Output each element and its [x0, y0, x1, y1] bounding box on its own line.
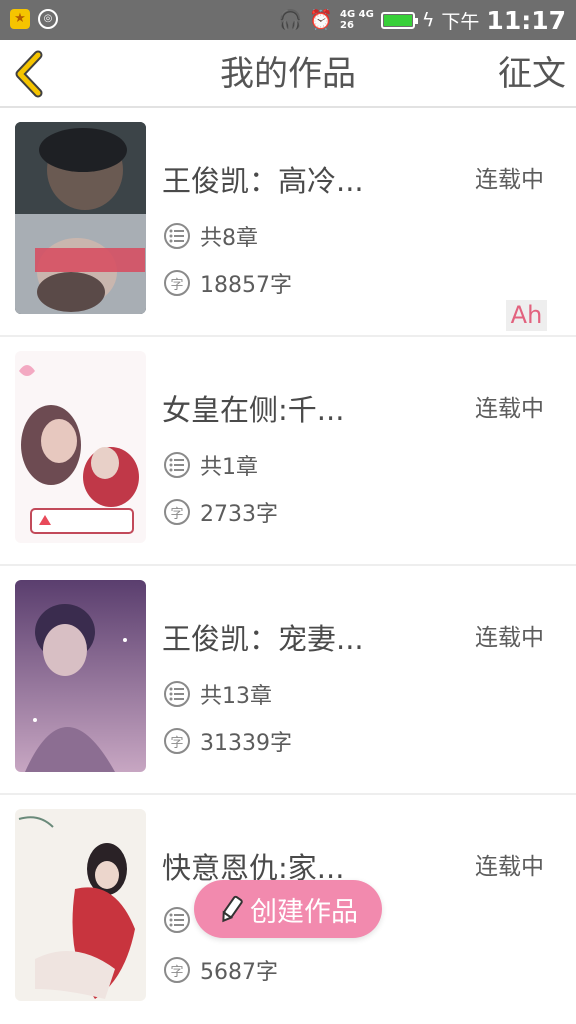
list-icon [164, 907, 190, 933]
signal-strength: 26 [340, 20, 354, 31]
chevron-left-icon [15, 50, 43, 98]
create-work-label: 创建作品 [250, 896, 358, 928]
clock: 11:17 [486, 5, 566, 35]
word-count-row: 字 18857字 [164, 267, 292, 299]
work-title: 王俊凯：宠妻... [162, 622, 364, 656]
work-status: 连载中 [475, 396, 544, 422]
floating-badge[interactable]: Ah [506, 300, 547, 331]
work-title: 女皇在侧:千... [162, 393, 345, 427]
work-item[interactable]: 女皇在侧:千... 连载中 共1章 字 2733字 [0, 337, 576, 566]
chapter-count: 共13章 [200, 684, 272, 709]
book-cover[interactable] [15, 809, 146, 1001]
book-cover[interactable] [15, 122, 146, 314]
system-status: 🎧 ⏰ 4G 4G 26 ϟ 下午 11:17 [279, 0, 566, 40]
contest-button[interactable]: 征文 [498, 40, 566, 108]
app-notification-icon: ★ [10, 9, 30, 29]
word-count-row: 字 2733字 [164, 496, 278, 528]
back-button[interactable] [8, 48, 58, 100]
status-bar: ★ ◎ 🎧 ⏰ 4G 4G 26 ϟ 下午 11:17 [0, 0, 576, 40]
alarm-icon: ⏰ [309, 9, 334, 31]
work-status: 连载中 [475, 854, 544, 880]
battery-level [383, 14, 412, 26]
charging-icon: ϟ [421, 9, 435, 31]
create-work-button[interactable]: 创建作品 [194, 880, 382, 938]
character-glyph: 字 [170, 735, 184, 751]
book-cover[interactable] [15, 351, 146, 543]
pencil-icon [222, 895, 243, 923]
chapter-count-row: 共13章 [164, 678, 272, 710]
chapter-count-row: 共8章 [164, 220, 258, 252]
character-count-icon: 字 [164, 957, 190, 983]
chapter-count: 共8章 [200, 226, 258, 251]
sync-icon: ◎ [38, 9, 58, 29]
word-count: 5687字 [200, 960, 278, 985]
character-glyph: 字 [170, 506, 184, 522]
character-count-icon: 字 [164, 499, 190, 525]
character-count-icon: 字 [164, 270, 190, 296]
word-count: 31339字 [200, 731, 292, 756]
character-glyph: 字 [170, 277, 184, 293]
nav-bar: 我的作品 征文 [0, 40, 576, 108]
character-glyph: 字 [170, 964, 184, 980]
word-count-row: 字 5687字 [164, 954, 278, 986]
word-count: 2733字 [200, 502, 278, 527]
page-title: 我的作品 [220, 54, 356, 94]
chapter-count: 共1章 [200, 455, 258, 480]
battery-icon [380, 11, 418, 29]
word-count: 18857字 [200, 273, 292, 298]
work-status: 连载中 [475, 167, 544, 193]
book-cover[interactable] [15, 580, 146, 772]
work-status: 连载中 [475, 625, 544, 651]
notification-icons: ★ ◎ [10, 9, 58, 29]
headphones-icon: 🎧 [278, 9, 303, 31]
work-item[interactable]: 王俊凯：高冷... 连载中 共8章 字 18857字 Ah [0, 108, 576, 337]
word-count-row: 字 31339字 [164, 725, 292, 757]
network-type: 4G 4G [340, 9, 374, 20]
list-icon [164, 223, 190, 249]
list-icon [164, 452, 190, 478]
chapter-count-row: 共1章 [164, 449, 258, 481]
time-ampm: 下午 [441, 10, 480, 33]
work-title: 王俊凯：高冷... [162, 164, 364, 198]
character-count-icon: 字 [164, 728, 190, 754]
network-indicator: 4G 4G 26 [340, 9, 374, 31]
list-icon [164, 681, 190, 707]
work-item[interactable]: 王俊凯：宠妻... 连载中 共13章 字 31339字 [0, 566, 576, 795]
